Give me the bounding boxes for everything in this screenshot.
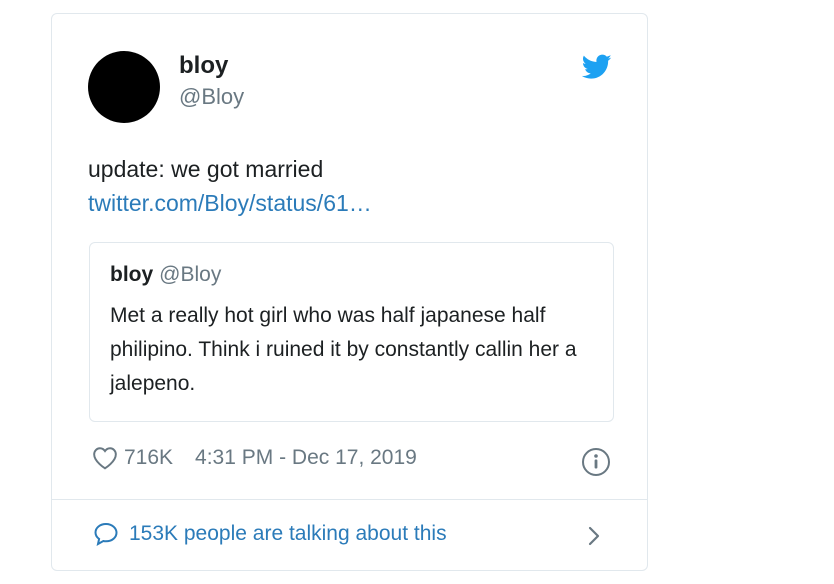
quoted-tweet[interactable]: bloy @Bloy Met a really hot girl who was … bbox=[89, 242, 614, 422]
avatar[interactable] bbox=[88, 51, 160, 123]
heart-icon[interactable] bbox=[92, 446, 118, 470]
timestamp[interactable]: 4:31 PM - Dec 17, 2019 bbox=[195, 446, 417, 470]
quoted-text: Met a really hot girl who was half japan… bbox=[110, 304, 577, 395]
info-icon[interactable] bbox=[581, 447, 611, 477]
quoted-header: bloy @Bloy bbox=[110, 263, 221, 287]
conversation-label: 153K people are talking about this bbox=[129, 522, 447, 545]
twitter-bird-icon[interactable] bbox=[582, 54, 612, 80]
chevron-right-icon[interactable] bbox=[586, 523, 602, 549]
speech-bubble-icon bbox=[94, 522, 118, 546]
tweet-text-block: update: we got married twitter.com/Bloy/… bbox=[88, 152, 372, 220]
tweet-meta: 716K 4:31 PM - Dec 17, 2019 bbox=[92, 446, 417, 470]
author-name[interactable]: bloy bbox=[179, 52, 228, 80]
quoted-author-name: bloy bbox=[110, 263, 154, 286]
tweet-text: update: we got married bbox=[88, 156, 324, 182]
like-count[interactable]: 716K bbox=[124, 446, 173, 470]
author-handle[interactable]: @Bloy bbox=[179, 84, 244, 110]
conversation-link[interactable]: 153K people are talking about this bbox=[93, 522, 447, 546]
divider bbox=[52, 499, 647, 500]
quoted-author-handle: @Bloy bbox=[159, 263, 222, 286]
tweet-link[interactable]: twitter.com/Bloy/status/61… bbox=[88, 186, 372, 220]
tweet-card: bloy @Bloy update: we got married twitte… bbox=[51, 13, 648, 571]
